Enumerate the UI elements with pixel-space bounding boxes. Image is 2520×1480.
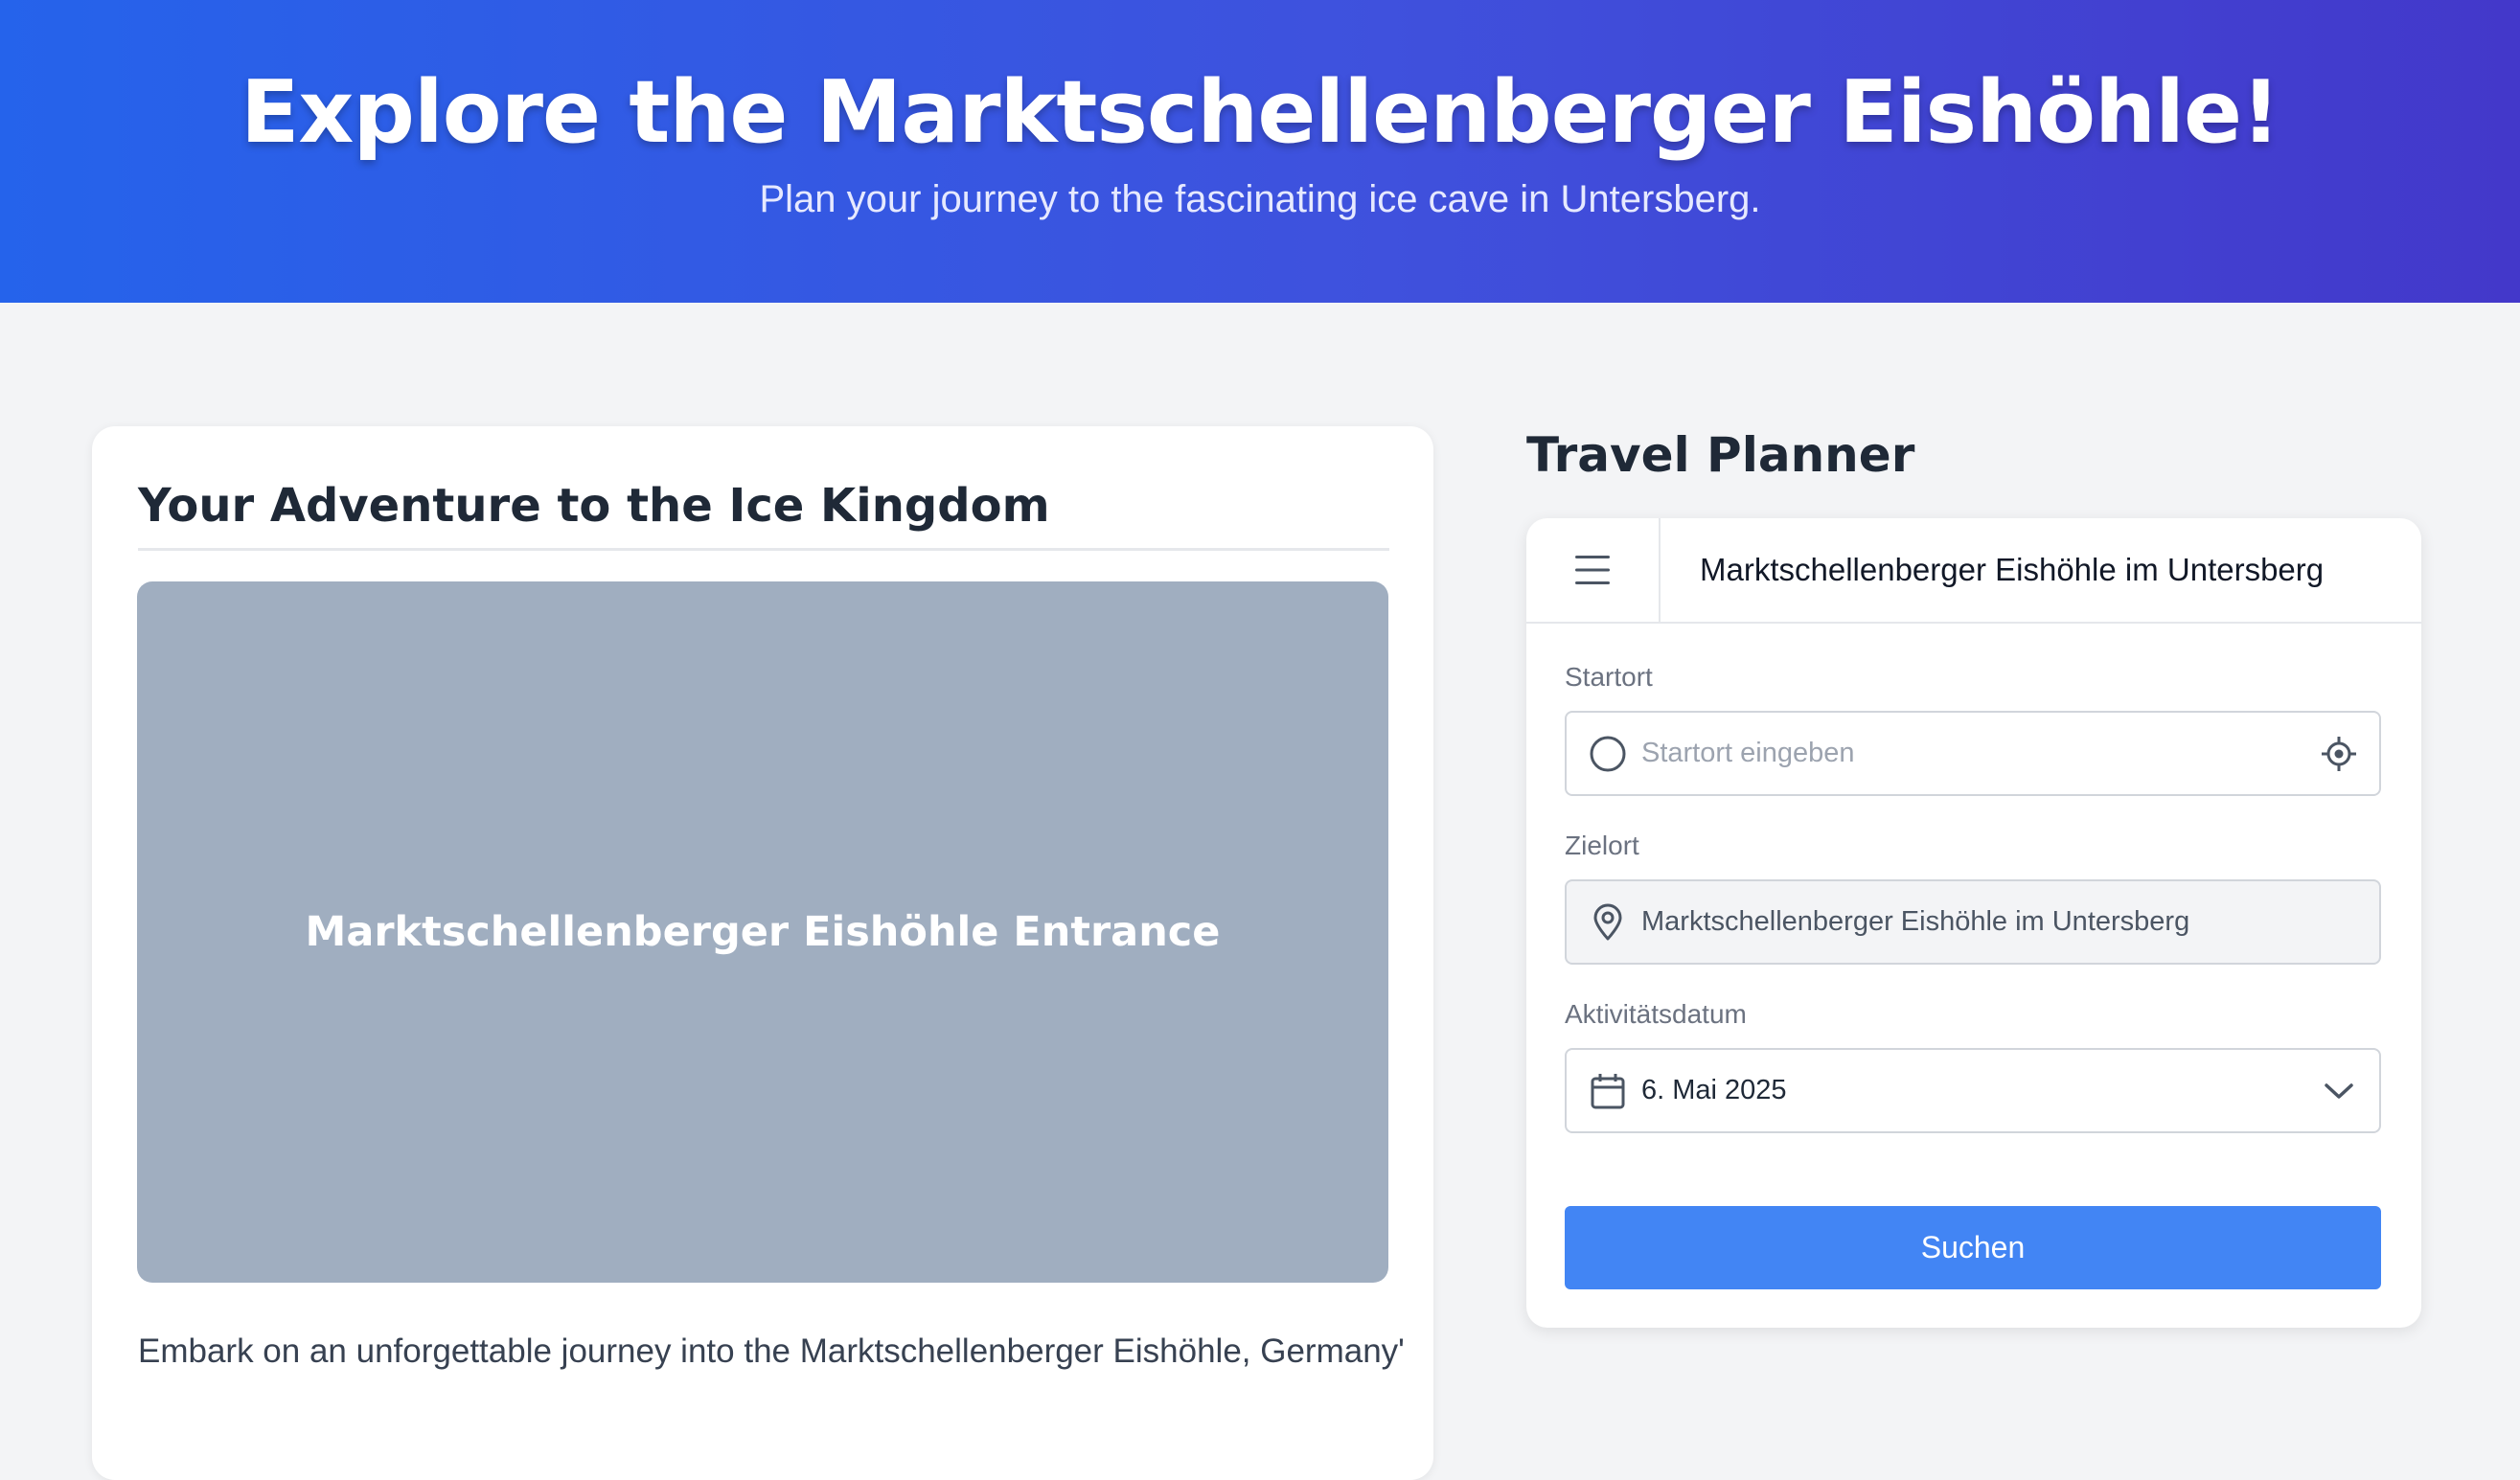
destination-field[interactable]: Marktschellenberger Eishöhle im Untersbe… xyxy=(1565,879,2381,965)
circle-icon xyxy=(1588,734,1628,774)
menu-icon xyxy=(1575,556,1610,584)
planner-header: Marktschellenberger Eishöhle im Untersbe… xyxy=(1526,518,2421,624)
divider xyxy=(138,548,1389,551)
adventure-card: Your Adventure to the Ice Kingdom Markts… xyxy=(92,426,1433,1480)
date-label: Aktivitätsdatum xyxy=(1565,999,1747,1029)
start-input[interactable] xyxy=(1641,713,2274,794)
search-button[interactable]: Suchen xyxy=(1565,1206,2381,1289)
planner-header-title: Marktschellenberger Eishöhle im Untersbe… xyxy=(1700,552,2325,587)
hero-subtitle: Plan your journey to the fascinating ice… xyxy=(759,178,1761,220)
menu-button[interactable] xyxy=(1526,518,1661,622)
chevron-down-icon xyxy=(2318,1070,2360,1112)
date-value: 6. Mai 2025 xyxy=(1641,1075,1787,1105)
adventure-title: Your Adventure to the Ice Kingdom xyxy=(138,479,1050,533)
adventure-description: Embark on an unforgettable journey into … xyxy=(138,1332,1403,1370)
calendar-icon xyxy=(1588,1071,1628,1111)
hero-banner: Explore the Marktschellenberger Eishöhle… xyxy=(0,0,2520,303)
start-field[interactable] xyxy=(1565,711,2381,796)
destination-label: Zielort xyxy=(1565,831,1639,860)
map-pin-icon xyxy=(1588,902,1628,943)
cave-entrance-image: Marktschellenberger Eishöhle Entrance xyxy=(137,581,1388,1283)
date-select[interactable]: 6. Mai 2025 xyxy=(1565,1048,2381,1133)
travel-planner-title: Travel Planner xyxy=(1526,427,1915,483)
destination-value: Marktschellenberger Eishöhle im Untersbe… xyxy=(1641,906,2190,937)
hero-title: Explore the Marktschellenberger Eishöhle… xyxy=(240,62,2280,163)
travel-planner-widget: Marktschellenberger Eishöhle im Untersbe… xyxy=(1526,518,2421,1328)
start-label: Startort xyxy=(1565,662,1653,692)
image-placeholder-label: Marktschellenberger Eishöhle Entrance xyxy=(305,908,1221,956)
locate-icon[interactable] xyxy=(2318,733,2360,775)
